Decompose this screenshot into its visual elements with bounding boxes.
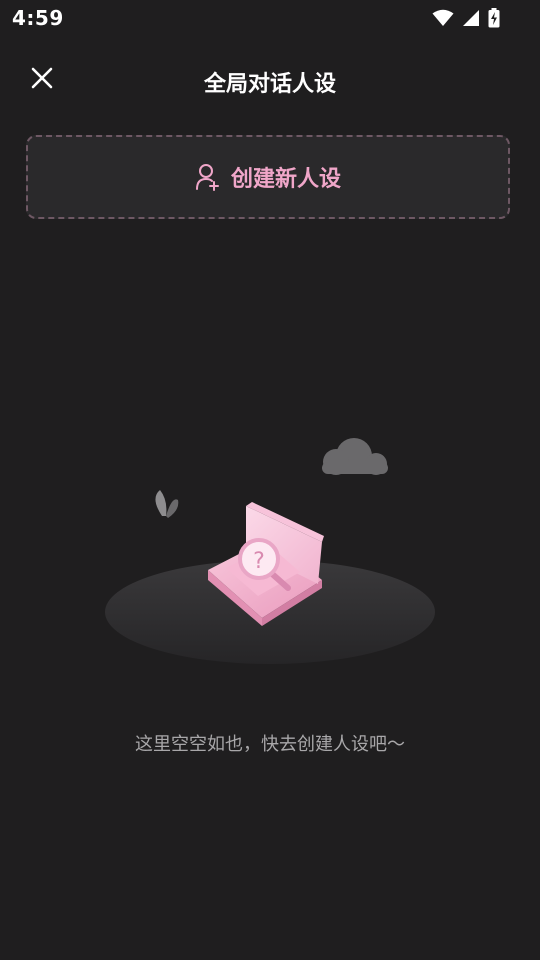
wifi-icon xyxy=(432,9,454,26)
add-user-icon xyxy=(195,164,219,191)
empty-box-illustration: ? xyxy=(105,438,435,664)
cloud-decoration xyxy=(322,438,388,475)
leaf-decoration xyxy=(155,490,179,518)
empty-state-message: 这里空空如也，快去创建人设吧～ xyxy=(135,734,405,755)
header: 全局对话人设 xyxy=(0,52,540,108)
svg-text:?: ? xyxy=(253,549,265,574)
screen: 4:59 全局对话人设 创建新人设 ? 这里空空如也，快去创建人设吧～ xyxy=(0,0,540,960)
page-title: 全局对话人设 xyxy=(203,72,336,97)
create-persona-button[interactable]: 创建新人设 xyxy=(26,135,510,219)
battery-charging-icon xyxy=(488,8,500,28)
create-persona-label: 创建新人设 xyxy=(230,167,341,192)
status-time: 4:59 xyxy=(12,6,64,30)
status-icons xyxy=(432,8,500,28)
signal-icon xyxy=(463,10,479,26)
status-bar: 4:59 xyxy=(0,0,540,36)
